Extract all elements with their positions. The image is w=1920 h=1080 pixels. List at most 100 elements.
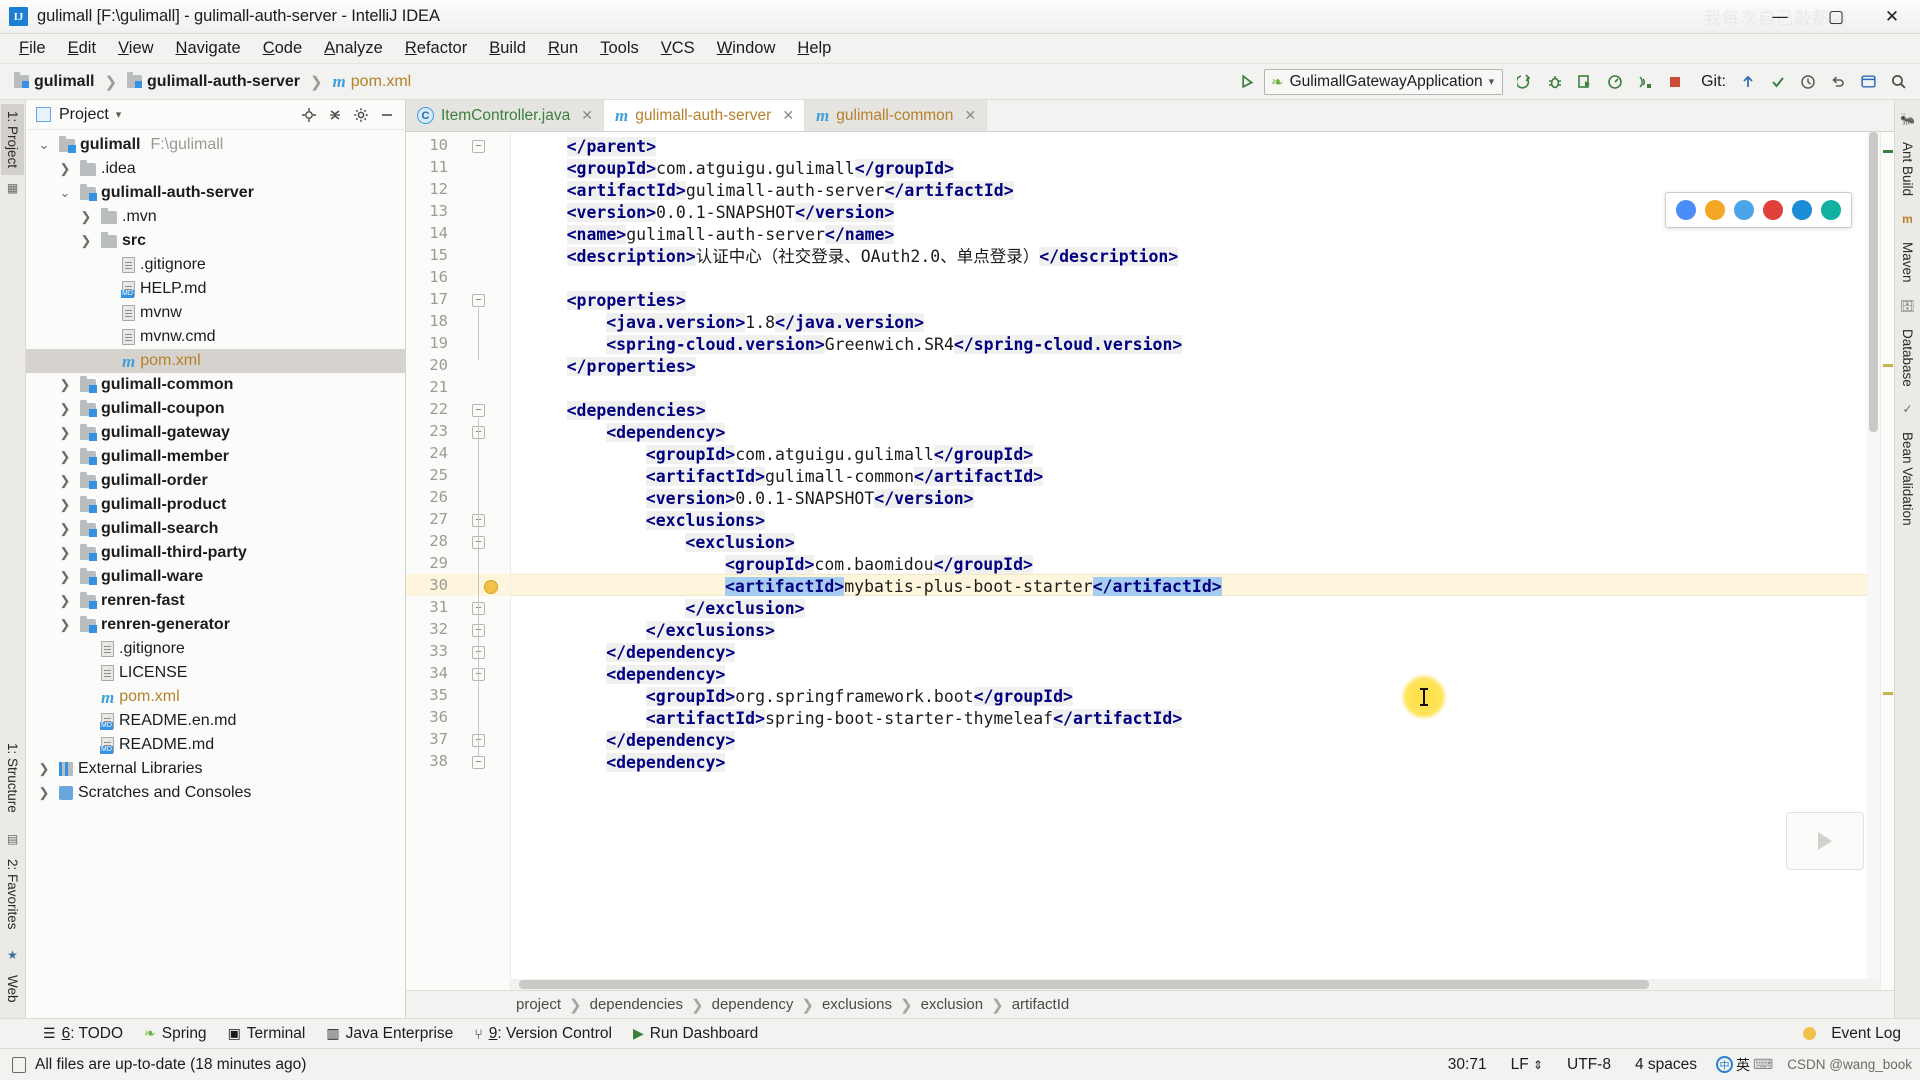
menu-item-vcs[interactable]: VCS (650, 36, 706, 61)
favorites-star-icon[interactable]: ★ (7, 948, 18, 962)
edge-icon[interactable] (1821, 200, 1841, 220)
bean-validation-icon[interactable]: ✓ (1902, 402, 1912, 416)
editor-marker-bar[interactable] (1880, 132, 1894, 990)
menu-item-navigate[interactable]: Navigate (165, 36, 252, 61)
tree-node[interactable]: ❯ External Libraries (26, 757, 405, 781)
intention-bulb-icon[interactable] (484, 580, 498, 594)
editor-breadcrumb-dependency[interactable]: dependency (707, 994, 799, 1015)
editor-vertical-scrollbar[interactable] (1867, 132, 1880, 979)
editor-breadcrumb-exclusion[interactable]: exclusion (916, 994, 989, 1015)
line-number[interactable]: 27 (408, 510, 448, 528)
chevron-right-icon[interactable]: ❯ (55, 473, 75, 489)
line-number[interactable]: 20 (408, 356, 448, 374)
line-separator[interactable]: LF ⇕ (1506, 1054, 1548, 1076)
editor-text[interactable]: </parent> <groupId>com.atguigu.gulimall</… (511, 132, 1880, 990)
editor-gutter[interactable]: 10 − 11 12 13 14 15 16 17 − 18 19 20 21 22 − 23 − 24 25 26 27… (406, 132, 511, 990)
tree-node[interactable]: ❯ src (26, 229, 405, 253)
tree-node[interactable]: m pom.xml (26, 685, 405, 709)
tree-node[interactable]: ⌄ gulimall F:\gulimall (26, 133, 405, 157)
chevron-right-icon[interactable]: ❯ (34, 761, 54, 777)
chevron-right-icon[interactable]: ❯ (55, 425, 75, 441)
hide-panel-icon[interactable] (375, 103, 399, 127)
line-number[interactable]: 33 (408, 642, 448, 660)
menu-item-help[interactable]: Help (786, 36, 842, 61)
profiler-icon[interactable] (1601, 68, 1629, 96)
chevron-right-icon[interactable]: ❯ (76, 233, 96, 249)
opera-icon[interactable] (1763, 200, 1783, 220)
line-number[interactable]: 21 (408, 378, 448, 396)
make-project-icon[interactable] (1234, 68, 1262, 96)
fold-region-start-icon[interactable]: − (472, 294, 485, 307)
line-number[interactable]: 34 (408, 664, 448, 682)
chevron-right-icon[interactable]: ❯ (55, 545, 75, 561)
tree-node[interactable]: ❯ gulimall-gateway (26, 421, 405, 445)
line-number[interactable]: 30 (408, 576, 448, 594)
tree-node[interactable]: ❯ gulimall-order (26, 469, 405, 493)
chevron-right-icon[interactable]: ❯ (55, 377, 75, 393)
tree-node[interactable]: ❯ renren-fast (26, 589, 405, 613)
tool-window-spring[interactable]: ❧ Spring (135, 1022, 216, 1046)
line-number[interactable]: 31 (408, 598, 448, 616)
indent-setting[interactable]: 4 spaces (1630, 1054, 1702, 1076)
git-update-icon[interactable] (1734, 68, 1762, 96)
rail-tab-structure[interactable]: 1: Structure (1, 736, 24, 820)
run-button[interactable] (1511, 68, 1539, 96)
line-number[interactable]: 10 (408, 136, 448, 154)
tool-window-run-dashboard[interactable]: ▶ Run Dashboard (624, 1022, 767, 1046)
editor-tab-itemcontroller-java[interactable]: C ItemController.java ✕ (406, 100, 604, 131)
menu-item-file[interactable]: File (8, 36, 57, 61)
menu-item-code[interactable]: Code (252, 36, 313, 61)
chevron-right-icon[interactable]: ❯ (76, 209, 96, 225)
line-number[interactable]: 18 (408, 312, 448, 330)
editor-tab-gulimall-common[interactable]: m gulimall-common ✕ (805, 100, 988, 131)
firefox-icon[interactable] (1705, 200, 1725, 220)
tool-window-9-version-control[interactable]: ⑂ 9: Version Control (465, 1022, 621, 1046)
minimize-button[interactable]: — (1752, 0, 1808, 34)
tree-node[interactable]: mvnw.cmd (26, 325, 405, 349)
run-with-coverage-icon[interactable] (1571, 68, 1599, 96)
menu-item-view[interactable]: View (107, 36, 164, 61)
tree-node[interactable]: .gitignore (26, 637, 405, 661)
menu-item-edit[interactable]: Edit (57, 36, 107, 61)
line-number[interactable]: 25 (408, 466, 448, 484)
ime-indicator[interactable]: 中 英 ⌨ (1716, 1055, 1773, 1075)
maximize-button[interactable]: ▢ (1808, 0, 1864, 34)
menu-item-run[interactable]: Run (537, 36, 589, 61)
line-number[interactable]: 14 (408, 224, 448, 242)
tree-node[interactable]: ❯ Scratches and Consoles (26, 781, 405, 805)
chevron-right-icon[interactable]: ❯ (55, 497, 75, 513)
tree-node[interactable]: ❯ gulimall-member (26, 445, 405, 469)
editor-horizontal-scrollbar[interactable] (511, 979, 1880, 990)
line-number[interactable]: 32 (408, 620, 448, 638)
rail-tab-favorites[interactable]: 2: Favorites (1, 852, 24, 937)
chevron-right-icon[interactable]: ❯ (55, 593, 75, 609)
chevron-right-icon[interactable]: ❯ (55, 449, 75, 465)
database-icon[interactable]: 🗄 (1900, 299, 1915, 313)
menu-item-build[interactable]: Build (478, 36, 537, 61)
close-tab-icon[interactable]: ✕ (964, 107, 976, 124)
chevron-right-icon[interactable]: ❯ (55, 521, 75, 537)
tool-window-java-enterprise[interactable]: ▥ Java Enterprise (317, 1022, 462, 1046)
chevron-right-icon[interactable]: ❯ (55, 161, 75, 177)
editor-breadcrumb-dependencies[interactable]: dependencies (585, 994, 688, 1015)
ant-build-icon[interactable]: 🐜 (1900, 112, 1915, 126)
tree-node[interactable]: mvnw (26, 301, 405, 325)
maven-icon[interactable]: m (1902, 212, 1913, 226)
line-number[interactable]: 16 (408, 268, 448, 286)
project-rail-icon[interactable]: ▦ (7, 181, 18, 195)
tree-node[interactable]: ❯ gulimall-third-party (26, 541, 405, 565)
run-configuration-selector[interactable]: ❧ GulimallGatewayApplication ▾ (1264, 68, 1504, 95)
git-rollback-icon[interactable] (1824, 68, 1852, 96)
tool-window-terminal[interactable]: ▣ Terminal (219, 1022, 315, 1046)
chevron-right-icon[interactable]: ❯ (55, 617, 75, 633)
editor-breadcrumb-project[interactable]: project (511, 994, 566, 1015)
line-number[interactable]: 13 (408, 202, 448, 220)
caret-position[interactable]: 30:71 (1443, 1054, 1492, 1076)
line-number[interactable]: 28 (408, 532, 448, 550)
stop-icon[interactable] (1661, 68, 1689, 96)
tree-node[interactable]: LICENSE (26, 661, 405, 685)
line-number[interactable]: 23 (408, 422, 448, 440)
locate-file-icon[interactable] (297, 103, 321, 127)
tree-node[interactable]: ❯ gulimall-ware (26, 565, 405, 589)
tree-node[interactable]: m pom.xml (26, 349, 405, 373)
